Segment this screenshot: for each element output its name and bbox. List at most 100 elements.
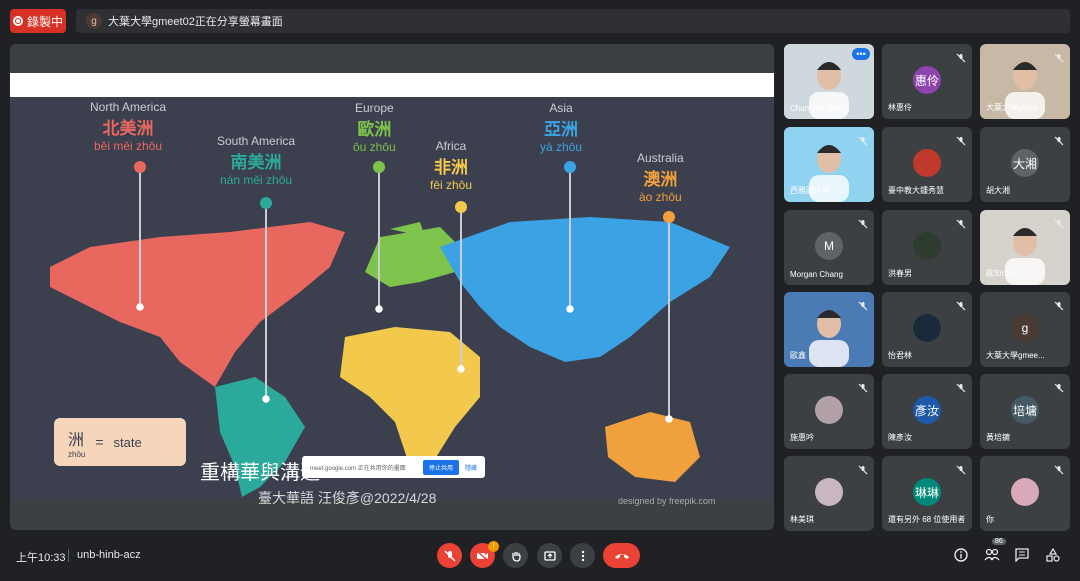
more-options-icon[interactable]: ••• bbox=[852, 48, 870, 60]
mic-off-icon bbox=[1054, 133, 1064, 146]
label-south-america: South America 南美洲 nán měi zhōu bbox=[217, 134, 296, 187]
mic-off-icon bbox=[956, 298, 966, 311]
activities-button[interactable] bbox=[1045, 547, 1061, 563]
presentation-stage[interactable]: North America 北美洲 běi měi zhōu South Ame… bbox=[10, 44, 774, 530]
mic-off-icon bbox=[858, 133, 868, 146]
mic-off-icon bbox=[443, 549, 456, 562]
mic-off-icon bbox=[858, 462, 868, 475]
participant-avatar: 惠伶 bbox=[913, 66, 941, 94]
participant-tile[interactable]: 洪春男 bbox=[882, 210, 972, 285]
participant-tile[interactable]: 大湘 胡大湘 bbox=[980, 127, 1070, 202]
slide-credit: designed by freepik.com bbox=[618, 496, 716, 506]
presenting-text: 大葉大學gmeet02正在分享螢幕畫面 bbox=[108, 16, 283, 28]
mic-off-icon bbox=[1054, 380, 1064, 393]
participant-tile[interactable]: 怡君林 bbox=[882, 292, 972, 367]
chat-button[interactable] bbox=[1014, 547, 1030, 563]
participant-name: Morgan Chang bbox=[790, 270, 843, 279]
record-icon bbox=[12, 16, 23, 26]
camera-off-icon bbox=[476, 549, 489, 562]
label-europe: Europe 歐洲 ōu zhōu bbox=[353, 101, 396, 154]
info-icon bbox=[954, 548, 968, 562]
participant-name: 胡大湘 bbox=[986, 186, 1010, 195]
divider bbox=[68, 549, 69, 562]
participant-avatar: g bbox=[1011, 314, 1039, 342]
mic-off-icon bbox=[1054, 50, 1064, 63]
mic-off-icon bbox=[858, 380, 868, 393]
participant-tile[interactable]: 大葉大學gmee... bbox=[980, 44, 1070, 119]
hide-banner-button[interactable]: 隱藏 bbox=[465, 463, 477, 472]
participant-avatar: 彥汝 bbox=[913, 396, 941, 424]
participant-tile[interactable]: 西雅圖大學 bbox=[784, 127, 874, 202]
participant-avatar: M bbox=[815, 232, 843, 260]
presenting-bar: g 大葉大學gmeet02正在分享螢幕畫面 bbox=[76, 9, 1070, 33]
participant-tile[interactable]: 臺中教大鍾秀慧 bbox=[882, 127, 972, 202]
participant-name: 西雅圖大學 bbox=[790, 186, 830, 195]
participant-avatar bbox=[1011, 478, 1039, 506]
participant-name: 大葉大學gmee... bbox=[986, 351, 1045, 360]
raise-hand-button[interactable] bbox=[503, 543, 528, 568]
participant-avatar bbox=[913, 314, 941, 342]
participant-avatar bbox=[815, 396, 843, 424]
africa-shape bbox=[340, 327, 480, 467]
participant-tile[interactable]: 你 bbox=[980, 456, 1070, 531]
participant-name: 怡君林 bbox=[888, 351, 912, 360]
present-icon bbox=[543, 550, 556, 561]
camera-warning-badge: ! bbox=[488, 541, 499, 552]
participant-tile[interactable]: 林美琪 bbox=[784, 456, 874, 531]
people-icon bbox=[984, 548, 1000, 561]
presenter-avatar: g bbox=[86, 13, 102, 29]
participant-tile[interactable]: 惠伶 林惠伶 bbox=[882, 44, 972, 119]
leave-call-button[interactable] bbox=[603, 543, 640, 568]
participant-name: 陳彥汝 bbox=[888, 433, 912, 442]
participant-name: 施惠吟 bbox=[790, 433, 814, 442]
mic-off-icon bbox=[956, 133, 966, 146]
recording-indicator[interactable]: 錄製中 bbox=[10, 9, 66, 33]
participant-avatar bbox=[815, 478, 843, 506]
participant-tile[interactable]: M Morgan Chang bbox=[784, 210, 874, 285]
label-australia: Australia 澳洲 ào zhōu bbox=[637, 151, 684, 204]
activities-icon bbox=[1046, 548, 1060, 562]
slide-caption-author: 臺大華語 汪俊彥@2022/4/28 bbox=[258, 490, 437, 506]
participant-tile[interactable]: 歐鑫 bbox=[784, 292, 874, 367]
participant-avatar: 大湘 bbox=[1011, 149, 1039, 177]
mic-off-icon bbox=[1054, 298, 1064, 311]
participant-tile[interactable]: g 大葉大學gmee... bbox=[980, 292, 1070, 367]
mic-off-icon bbox=[956, 50, 966, 63]
asia-shape bbox=[440, 217, 730, 362]
australia-shape bbox=[605, 412, 700, 482]
participant-name: 歐鑫 bbox=[790, 351, 806, 360]
label-africa: Africa 非洲 fēi zhōu bbox=[430, 139, 473, 192]
participant-name: 洪春男 bbox=[888, 269, 912, 278]
participant-name: 還有另外 68 位使用者 bbox=[888, 515, 966, 524]
more-options-button[interactable] bbox=[570, 543, 595, 568]
participant-tile[interactable]: ••• Chun-yen Wang bbox=[784, 44, 874, 119]
meeting-code: unb-hinb-acz bbox=[77, 549, 141, 561]
recording-label: 錄製中 bbox=[26, 14, 63, 29]
mic-off-icon bbox=[956, 216, 966, 229]
chat-icon bbox=[1015, 548, 1029, 562]
mic-toggle-button[interactable] bbox=[437, 543, 462, 568]
participant-tile[interactable]: 培墉 黃培鑣 bbox=[980, 374, 1070, 449]
participant-tile[interactable]: 歐Smile bbox=[980, 210, 1070, 285]
participant-name: 臺中教大鍾秀慧 bbox=[888, 186, 944, 195]
present-screen-button[interactable] bbox=[537, 543, 562, 568]
participant-avatar: 琳琳 bbox=[913, 478, 941, 506]
participant-name: 林美琪 bbox=[790, 515, 814, 524]
meeting-details-button[interactable] bbox=[953, 547, 969, 563]
north-america-shape bbox=[50, 222, 345, 387]
participant-name: 林惠伶 bbox=[888, 103, 912, 112]
mic-off-icon bbox=[956, 380, 966, 393]
people-button[interactable] bbox=[984, 547, 1000, 563]
mic-off-icon bbox=[956, 462, 966, 475]
mic-off-icon bbox=[1054, 462, 1064, 475]
participant-tile[interactable]: 琳琳還有另外 68 位使用者 bbox=[882, 456, 972, 531]
participant-name: 大葉大學gmee... bbox=[986, 103, 1045, 112]
participant-tile[interactable]: 施惠吟 bbox=[784, 374, 874, 449]
clock: 上午10:33 bbox=[16, 552, 66, 564]
stop-sharing-button[interactable]: 停止共用 bbox=[422, 459, 459, 475]
participant-avatar bbox=[913, 149, 941, 177]
participant-tile[interactable]: 彥汝 陳彥汝 bbox=[882, 374, 972, 449]
participant-name: 你 bbox=[986, 515, 994, 524]
mic-off-icon bbox=[858, 298, 868, 311]
participant-avatar bbox=[913, 232, 941, 260]
